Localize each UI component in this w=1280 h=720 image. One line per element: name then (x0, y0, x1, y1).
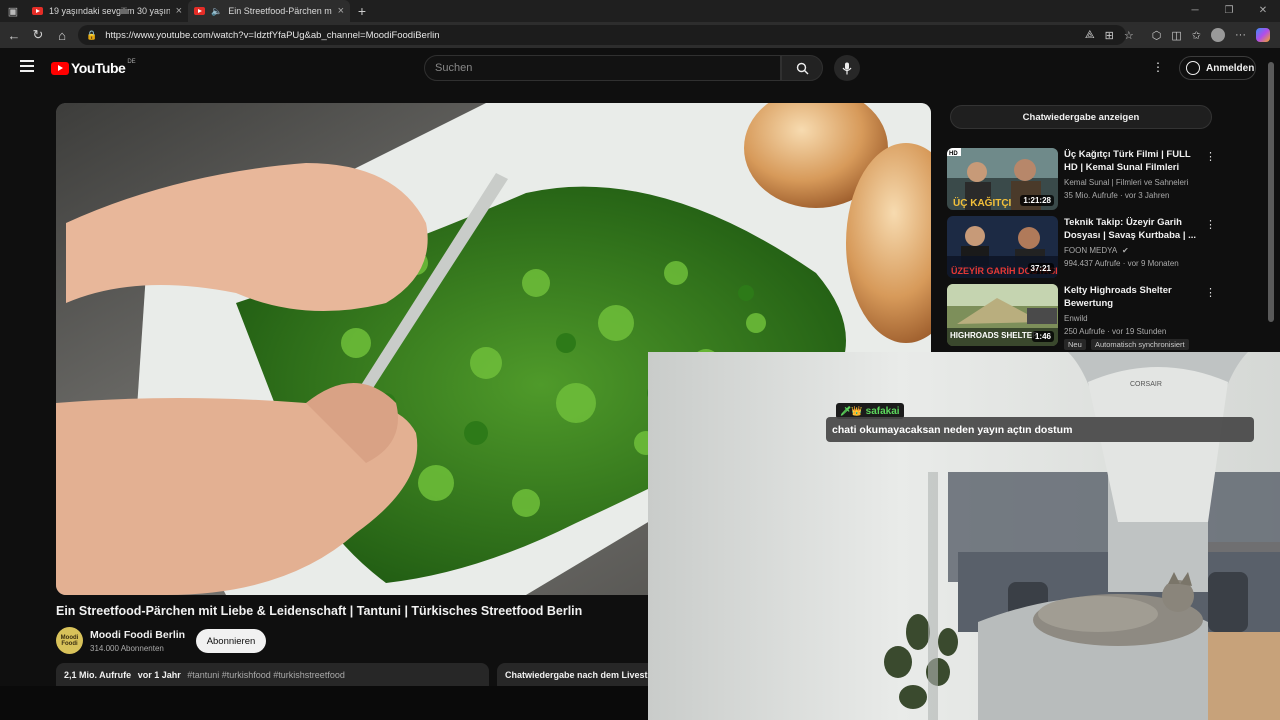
voice-search-button[interactable] (834, 55, 860, 81)
youtube-favicon-icon (194, 7, 205, 15)
video-title: Ein Streetfood-Pärchen mit Liebe & Leide… (56, 604, 583, 618)
thumbnail-caption: ÜÇ KAĞITÇI (953, 196, 1012, 209)
reload-icon[interactable]: ↻ (26, 27, 50, 43)
browser-tab-strip: ▣ 19 yaşındaki sevgilim 30 yaşında × 🔈 E… (0, 0, 1280, 22)
recommended-channel[interactable]: FOON MEDYA ✔ (1064, 246, 1129, 255)
window-controls: ─ ❐ ✕ (1178, 0, 1280, 22)
recommended-video[interactable]: ÜZEYİR GARİH DOSYASI 37:21 Teknik Takip:… (947, 216, 1247, 280)
copilot-icon[interactable] (1256, 28, 1270, 42)
verified-icon: ✔ (1121, 246, 1129, 255)
svg-text:HD: HD (949, 151, 958, 157)
recommended-title[interactable]: Teknik Takip: Üzeyir Garih Dosyası | Sav… (1064, 216, 1200, 242)
recommended-channel[interactable]: Kemal Sunal | Filmleri ve Sahneleri (1064, 178, 1188, 187)
action-menu-icon[interactable]: ⋮ (1205, 218, 1216, 231)
page-scrollbar[interactable] (1268, 62, 1274, 322)
account-icon (1186, 61, 1200, 75)
browser-tab-1[interactable]: 19 yaşındaki sevgilim 30 yaşında × (26, 0, 188, 22)
tab-label: Ein Streetfood-Pärchen mit L (228, 6, 332, 16)
tab-label: 19 yaşındaki sevgilim 30 yaşında (49, 6, 170, 16)
recommended-meta: 35 Mio. Aufrufe · vor 3 Jahren (1064, 191, 1170, 200)
chat-message: chati okumayacaksan neden yayın açtın do… (826, 417, 1254, 442)
recommended-meta: 250 Aufrufe · vor 19 Stunden (1064, 327, 1167, 336)
subscriber-count: 314.000 Abonnenten (90, 644, 164, 653)
settings-more-icon[interactable]: ⋮ (1150, 60, 1166, 74)
badge-row: Neu Automatisch synchronisiert (1064, 339, 1192, 350)
video-duration: 37:21 (1027, 263, 1054, 274)
recommended-title[interactable]: Kelty Highroads Shelter Bewertung (1064, 284, 1200, 310)
split-screen-icon[interactable]: ◫ (1171, 29, 1181, 42)
restore-icon[interactable]: ❐ (1212, 0, 1246, 22)
browser-toolbar: ← ↻ ⌂ 🔒 https://www.youtube.com/watch?v=… (0, 22, 1280, 48)
speaker-icon[interactable]: 🔈 (211, 6, 222, 17)
upload-age: vor 1 Jahr (137, 670, 181, 680)
new-tab-icon[interactable]: + (350, 3, 374, 19)
recommended-meta: 994.437 Aufrufe · vor 9 Monaten (1064, 259, 1179, 268)
minimize-icon[interactable]: ─ (1178, 0, 1212, 22)
recommended-video[interactable]: HIGHROADS SHELTER 1:46 Kelty Highroads S… (947, 284, 1247, 350)
microphone-icon (842, 62, 852, 74)
show-chat-replay-button[interactable]: Chatwiedergabe anzeigen (950, 105, 1212, 129)
tab-actions-icon[interactable]: ▣ (0, 0, 26, 22)
chat-badges-icon: 🗡👑 (840, 405, 863, 416)
extensions-icon[interactable]: ⬡ (1152, 29, 1162, 42)
recommended-video[interactable]: HD ÜÇ KAĞITÇI 1:21:28 Üç Kağıtçı Türk Fi… (947, 148, 1247, 212)
webcam-overlay: CORSAIR (648, 352, 1280, 720)
youtube-logo[interactable]: YouTube DE (51, 59, 136, 76)
logo-text: YouTube (71, 60, 126, 76)
chair-brand-text: CORSAIR (1130, 381, 1162, 388)
video-thumbnail[interactable]: HD ÜÇ KAĞITÇI 1:21:28 (947, 148, 1058, 210)
video-duration: 1:21:28 (1020, 195, 1054, 206)
youtube-favicon-icon (32, 7, 43, 15)
page-bottom (0, 686, 648, 720)
new-badge: Neu (1064, 339, 1086, 350)
action-menu-icon[interactable]: ⋮ (1205, 150, 1216, 163)
favorites-icon[interactable]: ✩ (1192, 29, 1201, 42)
lock-icon[interactable]: 🔒 (86, 30, 97, 41)
channel-avatar[interactable]: Moodi Foodi (56, 627, 83, 654)
youtube-header: YouTube DE Suchen ⋮ Anmelden (0, 48, 1280, 88)
search-input[interactable]: Suchen (424, 55, 781, 81)
address-bar[interactable]: 🔒 https://www.youtube.com/watch?v=IdztfY… (78, 25, 1126, 45)
translate-icon[interactable]: ⟁ (1085, 29, 1095, 42)
close-tab-icon[interactable]: × (176, 5, 182, 17)
search-button[interactable] (781, 55, 823, 81)
sign-in-label: Anmelden (1206, 62, 1255, 74)
video-thumbnail[interactable]: HIGHROADS SHELTER 1:46 (947, 284, 1058, 346)
hashtags[interactable]: #tantuni #turkishfood #turkishstreetfood (187, 670, 345, 680)
channel-label: FOON MEDYA (1064, 246, 1117, 255)
search-icon (796, 62, 808, 74)
youtube-play-icon (51, 61, 69, 75)
back-icon[interactable]: ← (2, 28, 26, 43)
thumbnail-caption: HIGHROADS SHELTER (950, 331, 1038, 340)
url-text: https://www.youtube.com/watch?v=IdztfYfa… (105, 29, 440, 41)
close-window-icon[interactable]: ✕ (1246, 0, 1280, 22)
video-thumbnail[interactable]: ÜZEYİR GARİH DOSYASI 37:21 (947, 216, 1058, 278)
search-placeholder: Suchen (435, 62, 473, 74)
more-options-icon[interactable]: ··· (1235, 29, 1246, 41)
view-count: 2,1 Mio. Aufrufe (64, 670, 132, 680)
apps-icon[interactable]: ⊞ (1105, 29, 1114, 42)
browser-tab-2[interactable]: 🔈 Ein Streetfood-Pärchen mit L × (188, 0, 350, 22)
home-icon[interactable]: ⌂ (50, 28, 74, 43)
menu-icon[interactable] (20, 60, 34, 75)
region-code: DE (127, 59, 136, 65)
screen: { "browser": { "tabs": [ {"label": "19 y… (0, 0, 1280, 720)
browser-actions: ⟁ ⊞ ☆ ⬡ ◫ ✩ ··· (1085, 22, 1280, 48)
webcam-room-scene: CORSAIR (648, 352, 1280, 720)
close-tab-icon[interactable]: × (338, 5, 344, 17)
profile-avatar-icon[interactable] (1211, 28, 1225, 42)
chat-username-text: safakai (865, 405, 900, 417)
recommended-channel[interactable]: Enwild (1064, 314, 1088, 323)
favorite-star-icon[interactable]: ☆ (1124, 29, 1134, 42)
auto-sync-badge: Automatisch synchronisiert (1091, 339, 1189, 350)
action-menu-icon[interactable]: ⋮ (1205, 286, 1216, 299)
subscribe-button[interactable]: Abonnieren (196, 629, 266, 653)
channel-name[interactable]: Moodi Foodi Berlin (90, 629, 185, 641)
video-duration: 1:46 (1031, 331, 1054, 342)
sign-in-button[interactable]: Anmelden (1179, 56, 1256, 80)
recommended-title[interactable]: Üç Kağıtçı Türk Filmi | FULL HD | Kemal … (1064, 148, 1200, 174)
